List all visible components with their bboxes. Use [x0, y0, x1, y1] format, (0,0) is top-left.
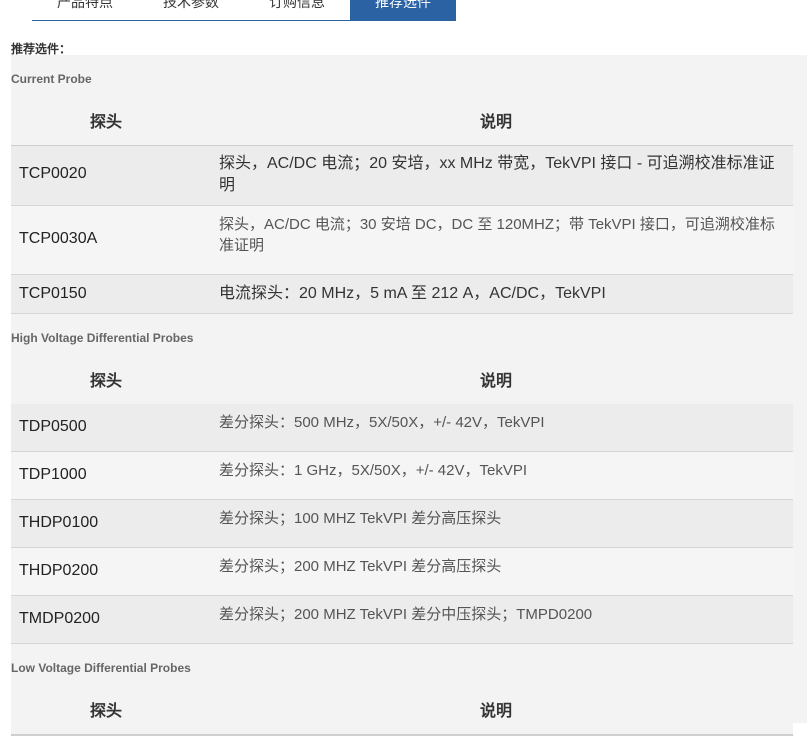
- table-header: 探头 说明: [11, 360, 793, 406]
- probe-model: TCP0150: [19, 285, 87, 302]
- table-row: TDP0500 差分探头：500 MHz，5X/50X，+/- 42V，TekV…: [11, 404, 793, 452]
- probe-description: 差分探头：500 MHz，5X/50X，+/- 42V，TekVPI: [219, 414, 545, 431]
- probe-description: 探头，AC/DC 电流；20 安培，xx MHz 带宽，TekVPI 接口 - …: [219, 155, 775, 194]
- column-header-probe: 探头: [89, 703, 122, 720]
- column-header-description: 说明: [479, 373, 512, 390]
- section-title-low-voltage-differential-probes: Low Voltage Differential Probes: [11, 661, 191, 675]
- probe-model: TMDP0200: [19, 610, 100, 627]
- section-title-high-voltage-differential-probes: High Voltage Differential Probes: [11, 331, 194, 345]
- table-header: 探头 说明: [11, 690, 793, 736]
- column-header-description: 说明: [479, 114, 512, 131]
- probe-model: TDP0500: [19, 418, 87, 435]
- table-row: TDP1000 差分探头：1 GHz，5X/50X，+/- 42V，TekVPI: [11, 452, 793, 500]
- probe-model: TCP0020: [19, 165, 87, 182]
- column-header-description: 说明: [479, 703, 512, 720]
- probe-description: 差分探头；100 MHZ TekVPI 差分高压探头: [219, 510, 502, 527]
- table-row: THDP0100 差分探头；100 MHZ TekVPI 差分高压探头: [11, 500, 793, 548]
- probe-description: 差分探头：1 GHz，5X/50X，+/- 42V，TekVPI: [219, 462, 528, 479]
- table-header: 探头 说明: [11, 101, 793, 147]
- probe-description: 探头，AC/DC 电流；30 安培 DC，DC 至 120MHZ；带 TekVP…: [219, 216, 775, 254]
- tab-specifications[interactable]: 技术参数: [138, 0, 244, 20]
- probe-description: 电流探头：20 MHz，5 mA 至 212 A，AC/DC，TekVPI: [219, 285, 606, 302]
- table-row: TCP0150 电流探头：20 MHz，5 mA 至 212 A，AC/DC，T…: [11, 275, 793, 314]
- tab-features[interactable]: 产品特点: [32, 0, 138, 20]
- tab-bar: 产品特点 技术参数 订购信息 推荐选件: [32, 0, 456, 21]
- table-row: TCP0030A 探头，AC/DC 电流；30 安培 DC，DC 至 120MH…: [11, 206, 793, 275]
- table-row: TMDP0200 差分探头；200 MHZ TekVPI 差分中压探头；TMPD…: [11, 596, 793, 644]
- column-header-probe: 探头: [89, 114, 122, 131]
- tab-recommended-accessories[interactable]: 推荐选件: [350, 0, 456, 20]
- probe-model: THDP0100: [19, 514, 99, 531]
- probe-description: 差分探头；200 MHZ TekVPI 差分高压探头: [219, 558, 502, 575]
- table-row: THDP0200 差分探头；200 MHZ TekVPI 差分高压探头: [11, 548, 793, 596]
- probe-description: 差分探头；200 MHZ TekVPI 差分中压探头；TMPD0200: [219, 606, 593, 623]
- probe-model: TCP0030A: [19, 230, 98, 247]
- tab-ordering-info[interactable]: 订购信息: [244, 0, 350, 20]
- probe-model: THDP0200: [19, 562, 99, 579]
- probe-model: TDP1000: [19, 466, 87, 483]
- column-header-probe: 探头: [89, 373, 122, 390]
- table-row: TCP0020 探头，AC/DC 电流；20 安培，xx MHz 带宽，TekV…: [11, 146, 793, 206]
- section-title-current-probe: Current Probe: [11, 72, 92, 86]
